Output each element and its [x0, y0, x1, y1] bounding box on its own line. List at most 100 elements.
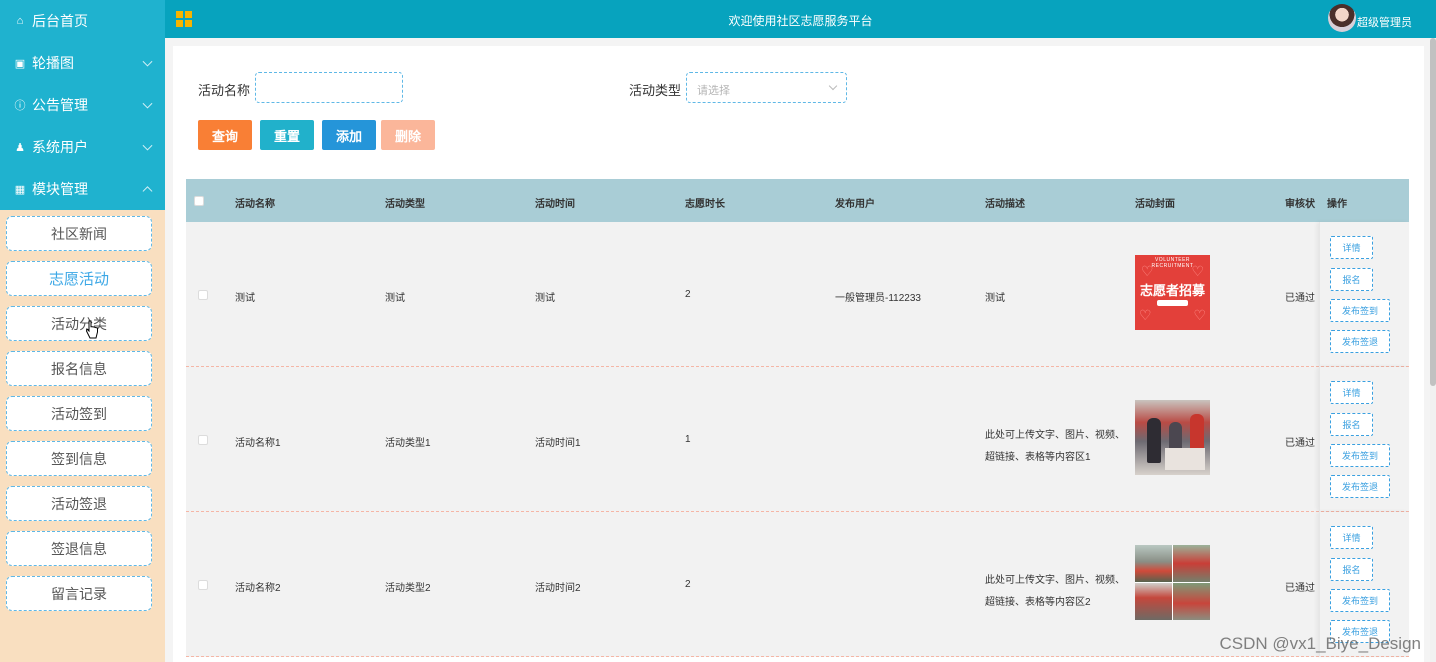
- chevron-down-icon: [142, 56, 153, 67]
- cell-name: 测试: [235, 293, 255, 304]
- row-checkbox[interactable]: [198, 580, 208, 590]
- table-row: 测试 测试 测试 2 一般管理员-112233 测试 VOLUNTEER REC…: [186, 222, 1409, 367]
- submenu-activity-checkin[interactable]: 活动签到: [6, 396, 152, 431]
- page-title: 欢迎使用社区志愿服务平台: [728, 14, 873, 28]
- avatar[interactable]: [1328, 4, 1356, 32]
- cell-name: 活动名称2: [235, 583, 281, 594]
- chevron-up-icon: [142, 186, 153, 197]
- select-all-checkbox[interactable]: [194, 196, 204, 206]
- cover-image: VOLUNTEER RECRUITMENT ♡ ♡ 志愿者招募 ♡ ♡: [1135, 255, 1210, 330]
- heart-icon: ♡: [1193, 307, 1206, 323]
- submenu-signup-info[interactable]: 报名信息: [6, 351, 152, 386]
- hand-cursor-icon: [86, 320, 98, 339]
- nav-notice-label: 公告管理: [32, 97, 88, 113]
- activity-type-select[interactable]: 请选择: [686, 72, 847, 103]
- nav-carousel-label: 轮播图: [32, 55, 74, 71]
- info-icon: ⓘ: [14, 100, 26, 112]
- activity-table: 活动名称 活动类型 活动时间 志愿时长 发布用户 活动描述 活动封面 审核状 操…: [186, 179, 1409, 657]
- query-button[interactable]: 查询: [198, 120, 252, 150]
- activity-type-label: 活动类型: [629, 83, 682, 98]
- col-activity-type: 活动类型: [385, 199, 425, 210]
- cover-image: [1135, 545, 1210, 620]
- nav-modules-label: 模块管理: [32, 181, 88, 197]
- submenu-message-records[interactable]: 留言记录: [6, 576, 152, 611]
- cell-description: 测试: [985, 293, 1005, 304]
- submenu-checkout-info[interactable]: 签退信息: [6, 531, 152, 566]
- delete-button[interactable]: 删除: [381, 120, 435, 150]
- detail-button[interactable]: 详情: [1330, 381, 1373, 404]
- heart-icon: ♡: [1191, 263, 1204, 279]
- activity-name-input[interactable]: [255, 72, 403, 103]
- cell-hours: 1: [685, 434, 691, 445]
- nav-users-label: 系统用户: [32, 139, 88, 155]
- home-icon: ⌂: [16, 15, 24, 27]
- watermark: CSDN @vx1_Biye_Design: [1219, 634, 1421, 653]
- row-actions: 详情 报名 发布签到 发布签退: [1319, 367, 1409, 511]
- cell-status: 已通过: [1285, 293, 1315, 304]
- cell-status: 已通过: [1285, 438, 1315, 449]
- cell-type: 测试: [385, 293, 405, 304]
- cell-name: 活动名称1: [235, 438, 281, 449]
- table-header: 活动名称 活动类型 活动时间 志愿时长 发布用户 活动描述 活动封面 审核状 操…: [186, 179, 1409, 222]
- add-button[interactable]: 添加: [322, 120, 376, 150]
- heart-icon: ♡: [1141, 263, 1154, 279]
- activity-name-label: 活动名称: [198, 83, 251, 98]
- nav-modules[interactable]: ▦ 模块管理: [0, 168, 165, 210]
- scrollbar-thumb[interactable]: [1430, 38, 1436, 386]
- col-volunteer-hours: 志愿时长: [685, 199, 725, 210]
- publish-checkin-button[interactable]: 发布签到: [1330, 299, 1390, 322]
- submenu-community-news[interactable]: 社区新闻: [6, 216, 152, 251]
- activity-type-placeholder: 请选择: [697, 85, 730, 97]
- cell-publisher: 一般管理员-112233: [835, 293, 921, 304]
- main-content: 活动名称 活动类型 请选择 查询 重置 添加 删除 活动名称 活动类型 活动时间…: [165, 38, 1436, 662]
- heart-icon: ♡: [1139, 307, 1152, 323]
- nav-home[interactable]: ⌂ 后台首页: [0, 0, 165, 42]
- grid-icon: ▦: [14, 183, 26, 196]
- page-scrollbar[interactable]: [1430, 38, 1436, 662]
- nav-notice[interactable]: ⓘ 公告管理: [0, 84, 165, 126]
- chevron-down-icon: [828, 81, 838, 91]
- cell-hours: 2: [685, 579, 691, 590]
- submenu-checkin-info[interactable]: 签到信息: [6, 441, 152, 476]
- detail-button[interactable]: 详情: [1330, 526, 1373, 549]
- publish-checkout-button[interactable]: 发布签退: [1330, 475, 1390, 498]
- chevron-down-icon: [142, 140, 153, 151]
- row-checkbox[interactable]: [198, 290, 208, 300]
- nav-carousel[interactable]: ▣ 轮播图: [0, 42, 165, 84]
- cell-description: 此处可上传文字、图片、视频、超链接、表格等内容区2: [985, 575, 1125, 608]
- signup-button[interactable]: 报名: [1330, 558, 1373, 581]
- cell-hours: 2: [685, 289, 691, 300]
- cell-time: 活动时间2: [535, 583, 581, 594]
- publish-checkin-button[interactable]: 发布签到: [1330, 444, 1390, 467]
- chevron-down-icon: [142, 98, 153, 109]
- nav-users[interactable]: ♟ 系统用户: [0, 126, 165, 168]
- row-checkbox[interactable]: [198, 435, 208, 445]
- signup-button[interactable]: 报名: [1330, 413, 1373, 436]
- col-publisher: 发布用户: [835, 199, 875, 210]
- col-status: 审核状: [1285, 199, 1315, 210]
- user-icon: ♟: [15, 141, 25, 154]
- cell-time: 测试: [535, 293, 555, 304]
- cell-type: 活动类型1: [385, 438, 431, 449]
- image-icon: ▣: [14, 57, 26, 70]
- cover-image: [1135, 400, 1210, 475]
- submenu-activity-checkout[interactable]: 活动签退: [6, 486, 152, 521]
- col-activity-time: 活动时间: [535, 199, 575, 210]
- table-row: 活动名称1 活动类型1 活动时间1 1 此处可上传文字、图片、视频、超链接、表格…: [186, 367, 1409, 512]
- signup-button[interactable]: 报名: [1330, 268, 1373, 291]
- cell-description: 此处可上传文字、图片、视频、超链接、表格等内容区1: [985, 430, 1125, 463]
- submenu-volunteer-activity[interactable]: 志愿活动: [6, 261, 152, 296]
- cell-status: 已通过: [1285, 583, 1315, 594]
- col-description: 活动描述: [985, 199, 1025, 210]
- detail-button[interactable]: 详情: [1330, 236, 1373, 259]
- user-name[interactable]: 超级管理员: [1357, 14, 1412, 30]
- submenu-activity-category[interactable]: 活动分类: [6, 306, 152, 341]
- row-actions: 详情 报名 发布签到 发布签退: [1319, 222, 1409, 366]
- cover-caption: 志愿者招募: [1139, 283, 1205, 298]
- reset-button[interactable]: 重置: [260, 120, 314, 150]
- top-header: 欢迎使用社区志愿服务平台 超级管理员: [165, 0, 1436, 38]
- publish-checkout-button[interactable]: 发布签退: [1330, 330, 1390, 353]
- module-submenu: 社区新闻 志愿活动 活动分类 报名信息 活动签到 签到信息 活动签退 签退信息 …: [0, 210, 165, 611]
- publish-checkin-button[interactable]: 发布签到: [1330, 589, 1390, 612]
- nav-home-label: 后台首页: [32, 13, 88, 29]
